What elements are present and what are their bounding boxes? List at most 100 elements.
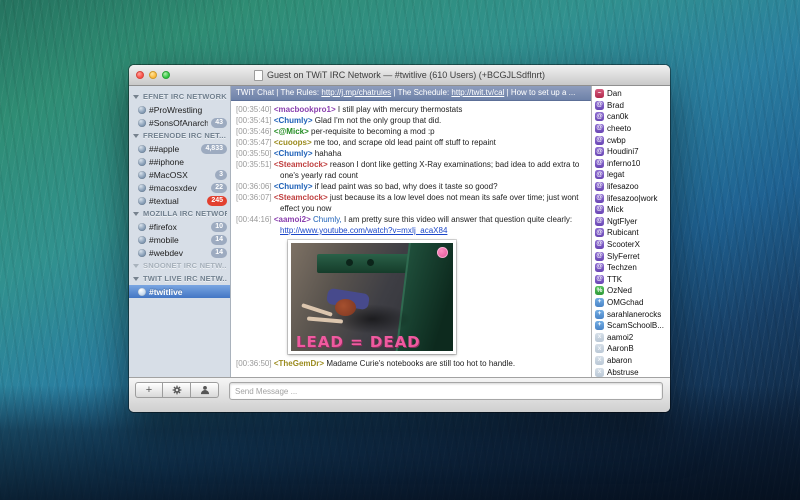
sidebar-row-label: TWIT LIVE IRC NETW... [143,274,227,283]
gear-icon [172,385,182,395]
user-mode-badge-icon: @ [595,252,604,261]
user-nickname: aamoi2 [607,333,633,342]
unread-count-badge: 4,833 [201,144,227,154]
zoom-button[interactable] [162,71,170,79]
channel-icon [138,119,146,127]
user-nickname: cwbp [607,136,626,145]
channel-icon [138,184,146,192]
topic-segment: http://j.mp/chatrules [321,88,391,97]
beam-hole [367,259,374,266]
sidebar-row-label: #MacOSX [149,170,188,180]
sidebar-row[interactable]: #MacOSX 3 [129,168,230,181]
sidebar-row[interactable]: #webdev 14 [129,246,230,259]
user-list-item[interactable]: @ inferno10 [595,158,670,170]
user-nickname: SlyFerret [607,252,639,261]
user-mode-badge-icon: x [595,356,604,365]
sidebar-row[interactable]: SNOONET IRC NETW... [129,259,230,272]
window-title: Guest on TWiT IRC Network — #twitlive (6… [267,70,545,80]
inline-image-attachment[interactable]: LEAD = DEAD [288,240,456,354]
user-nickname: abaron [607,356,632,365]
sidebar-row-label: EFNET IRC NETWORK [143,92,227,101]
message-link[interactable]: http://www.youtube.com/watch?v=mxIj_acaX… [280,225,583,236]
user-list-item[interactable]: ~ Dan [595,88,670,100]
nickname: <macbookpro1> [274,105,336,114]
sidebar-row-label: #mobile [149,235,179,245]
user-list-item[interactable]: @ can0k [595,111,670,123]
disclosure-triangle-icon[interactable] [133,264,139,268]
sidebar-row-label: #twitlive [149,287,183,297]
user-list-item[interactable]: @ legat [595,169,670,181]
sidebar-row[interactable]: #macosxdev 22 [129,181,230,194]
sidebar-row[interactable]: #ProWrestling [129,103,230,116]
sidebar-row[interactable]: MOZILLA IRC NETWORK [129,207,230,220]
user-list-item[interactable]: x aamoi2 [595,331,670,343]
user-list-item[interactable]: x abaron [595,355,670,367]
chat-message: [00:35:46] <@Mick> per-requisite to beco… [236,126,583,137]
nickname: <aamoi2> [274,215,311,224]
sidebar-row[interactable]: #twitlive [129,285,230,298]
sidebar-row[interactable]: ##apple 4,833 [129,142,230,155]
user-list-item[interactable]: @ Houdini7 [595,146,670,158]
settings-gear-button[interactable] [163,382,191,398]
sidebar-row[interactable]: #mobile 14 [129,233,230,246]
user-list-item[interactable]: @ cheeto [595,123,670,135]
user-list-toggle-button[interactable] [191,382,219,398]
user-list-item[interactable]: @ ScooterX [595,239,670,251]
timestamp: [00:44:16] [236,215,272,224]
disclosure-triangle-icon[interactable] [133,277,139,281]
user-list-item[interactable]: @ cwbp [595,134,670,146]
sidebar-row[interactable]: #SonsOfAnarchy 43 [129,116,230,129]
timestamp: [00:36:06] [236,182,272,191]
add-button[interactable]: + [135,382,163,398]
disclosure-triangle-icon[interactable] [133,212,139,216]
channel-icon [138,171,146,179]
channel-sidebar: EFNET IRC NETWORK #ProWrestling #Son [129,86,231,377]
user-list-item[interactable]: @ SlyFerret [595,250,670,262]
user-list-item[interactable]: + ScamSchoolB... [595,320,670,332]
window-titlebar[interactable]: Guest on TWiT IRC Network — #twitlive (6… [129,65,670,86]
user-mode-badge-icon: @ [595,194,604,203]
toolbar-segmented-control: + [135,382,219,398]
sidebar-row[interactable]: EFNET IRC NETWORK [129,90,230,103]
message-input[interactable] [229,382,663,400]
sidebar-row-label: MOZILLA IRC NETWORK [143,209,227,218]
user-list-item[interactable]: + sarahlanerocks [595,308,670,320]
topic-bar: TWiT Chat | The Rules: http://j.mp/chatr… [231,86,591,101]
channel-icon [138,236,146,244]
user-mode-badge-icon: x [595,344,604,353]
topic-segment: | How to set up a ... [507,88,576,97]
user-list-item[interactable]: @ Mick [595,204,670,216]
disclosure-triangle-icon[interactable] [133,95,139,99]
user-nickname: NgtFlyer [607,217,637,226]
user-list-item[interactable]: @ Rubicant [595,227,670,239]
user-list-item[interactable]: @ NgtFlyer [595,216,670,228]
sidebar-row-label: #macosxdev [149,183,197,193]
timestamp: [00:35:51] [236,160,272,169]
sidebar-row[interactable]: #firefox 10 [129,220,230,233]
user-nickname: OzNed [607,286,632,295]
user-mode-badge-icon: @ [595,217,604,226]
user-list-item[interactable]: @ lifesazoo [595,181,670,193]
unread-count-badge: 3 [215,170,227,180]
minimize-button[interactable] [149,71,157,79]
timestamp: [00:35:40] [236,105,272,114]
user-nickname: TTK [607,275,622,284]
user-mode-badge-icon: @ [595,147,604,156]
user-list-item[interactable]: @ lifesazoo|work [595,192,670,204]
user-nickname: Houdini7 [607,147,639,156]
user-list-item[interactable]: + OMGchad [595,297,670,309]
sidebar-row[interactable]: FREENODE IRC NET... [129,129,230,142]
disclosure-triangle-icon[interactable] [133,134,139,138]
irc-client-window: Guest on TWiT IRC Network — #twitlive (6… [129,65,670,412]
user-list-item[interactable]: @ TTK [595,274,670,286]
user-list-item[interactable]: x Abstruse [595,366,670,377]
sidebar-row[interactable]: ##iphone [129,155,230,168]
user-list-item[interactable]: x AaronB [595,343,670,355]
user-list-item[interactable]: % OzNed [595,285,670,297]
close-button[interactable] [136,71,144,79]
sidebar-row[interactable]: #textual 245 [129,194,230,207]
user-list-item[interactable]: @ Techzen [595,262,670,274]
sidebar-row[interactable]: TWIT LIVE IRC NETW... [129,272,230,285]
user-mode-badge-icon: @ [595,124,604,133]
user-list-item[interactable]: @ Brad [595,100,670,112]
